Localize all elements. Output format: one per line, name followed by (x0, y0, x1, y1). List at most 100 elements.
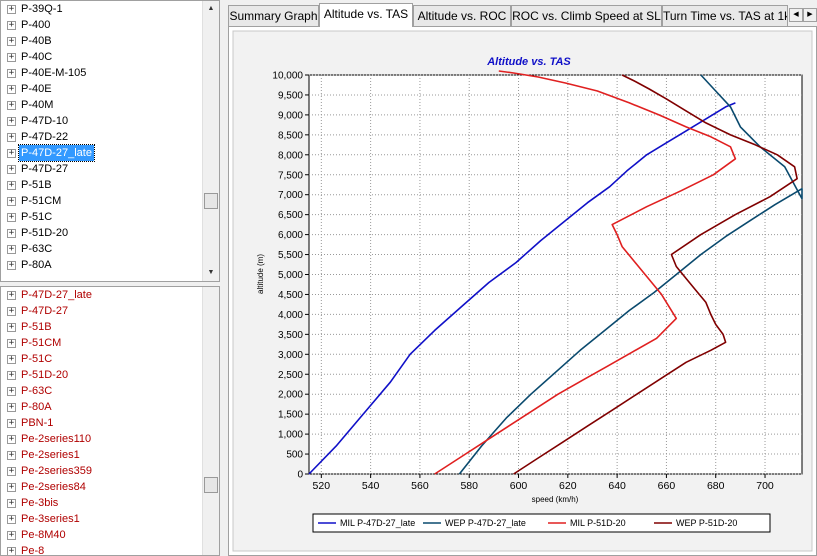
list-item[interactable]: + Pe-3bis (1, 495, 202, 511)
list-item[interactable]: + P-40M (1, 97, 202, 113)
aircraft-label: P-47D-10 (21, 115, 69, 127)
tree-bottom-scrollbar[interactable] (202, 287, 219, 555)
list-item[interactable]: + P-80A (1, 399, 202, 415)
tab-scroll-left-icon[interactable]: ◀ (789, 8, 803, 22)
tab-scroll-right-icon[interactable]: ▶ (803, 8, 817, 22)
expand-plus-icon[interactable]: + (7, 20, 16, 30)
list-item[interactable]: + P-47D-22 (1, 129, 202, 145)
aircraft-list-top[interactable]: + P-39Q-1 + P-400 + P-40B + P-40C + P-40E-M-105 + P… (1, 1, 202, 281)
aircraft-label: P-47D-27_late (21, 289, 92, 301)
expand-plus-icon[interactable]: + (7, 164, 16, 174)
list-item[interactable]: + Pe-2series110 (1, 431, 202, 447)
tab-altitude-vs-tas[interactable]: Altitude vs. TAS (319, 3, 413, 27)
tab-summary-graph[interactable]: Summary Graph (228, 5, 319, 26)
list-item[interactable]: + P-47D-27 (1, 303, 202, 319)
aircraft-tree-top[interactable]: + P-39Q-1 + P-400 + P-40B + P-40C + P-40E-M-105 + P… (0, 0, 220, 282)
expand-plus-icon[interactable]: + (7, 530, 16, 540)
expand-plus-icon[interactable]: + (7, 290, 16, 300)
expand-plus-icon[interactable]: + (7, 84, 16, 94)
list-item[interactable]: + PBN-1 (1, 415, 202, 431)
list-item[interactable]: + Pe-2series1 (1, 447, 202, 463)
expand-plus-icon[interactable]: + (7, 498, 16, 508)
list-item[interactable]: + P-39Q-1 (1, 1, 202, 17)
list-item[interactable]: + Pe-8M40 (1, 527, 202, 543)
list-item[interactable]: + P-51CM (1, 193, 202, 209)
y-tick-label: 6,000 (278, 230, 303, 241)
aircraft-label: P-80A (21, 259, 52, 271)
tab-altitude-vs-roc[interactable]: Altitude vs. ROC (413, 5, 511, 26)
list-item[interactable]: + P-63C (1, 241, 202, 257)
expand-plus-icon[interactable]: + (7, 228, 16, 238)
expand-plus-icon[interactable]: + (7, 116, 16, 126)
expand-plus-icon[interactable]: + (7, 370, 16, 380)
list-item[interactable]: + P-40C (1, 49, 202, 65)
list-item[interactable]: + P-51C (1, 209, 202, 225)
tab-turn-time-vs-tas[interactable]: Turn Time vs. TAS at 1km (662, 5, 788, 26)
list-item[interactable]: + Pe-2series84 (1, 479, 202, 495)
y-tick-label: 7,000 (278, 190, 303, 201)
aircraft-label: Pe-3series1 (21, 513, 80, 525)
expand-plus-icon[interactable]: + (7, 434, 16, 444)
x-tick-label: 560 (411, 480, 429, 492)
aircraft-label: P-40E-M-105 (21, 67, 87, 79)
scroll-up-arrow-icon[interactable]: ▲ (203, 1, 219, 17)
list-item[interactable]: + Pe-2series359 (1, 463, 202, 479)
expand-plus-icon[interactable]: + (7, 386, 16, 396)
expand-plus-icon[interactable]: + (7, 68, 16, 78)
y-tick-label: 1,000 (278, 430, 303, 441)
expand-plus-icon[interactable]: + (7, 260, 16, 270)
y-tick-label: 4,000 (278, 310, 303, 321)
expand-plus-icon[interactable]: + (7, 322, 16, 332)
expand-plus-icon[interactable]: + (7, 180, 16, 190)
expand-plus-icon[interactable]: + (7, 244, 16, 254)
list-item[interactable]: + P-51C (1, 351, 202, 367)
legend-entry: WEP P-51D-20 (676, 518, 737, 528)
list-item[interactable]: + P-51CM (1, 335, 202, 351)
expand-plus-icon[interactable]: + (7, 36, 16, 46)
list-item[interactable]: + Pe-8 (1, 543, 202, 555)
list-item[interactable]: + P-40E (1, 81, 202, 97)
list-item[interactable]: + P-47D-27_late (1, 287, 202, 303)
list-item[interactable]: + P-47D-27 (1, 161, 202, 177)
expand-plus-icon[interactable]: + (7, 354, 16, 364)
list-item[interactable]: + P-400 (1, 17, 202, 33)
expand-plus-icon[interactable]: + (7, 402, 16, 412)
expand-plus-icon[interactable]: + (7, 466, 16, 476)
expand-plus-icon[interactable]: + (7, 132, 16, 142)
list-item[interactable]: + P-51B (1, 319, 202, 335)
expand-plus-icon[interactable]: + (7, 306, 16, 316)
list-item[interactable]: + P-80A (1, 257, 202, 273)
scrollbar-thumb[interactable] (204, 193, 218, 209)
expand-plus-icon[interactable]: + (7, 100, 16, 110)
list-item[interactable]: + P-51D-20 (1, 367, 202, 383)
expand-plus-icon[interactable]: + (7, 148, 16, 158)
expand-plus-icon[interactable]: + (7, 546, 16, 555)
list-item[interactable]: + P-51D-20 (1, 225, 202, 241)
list-item[interactable]: + P-51B (1, 177, 202, 193)
list-item[interactable]: + P-40B (1, 33, 202, 49)
y-tick-label: 5,000 (278, 270, 303, 281)
expand-plus-icon[interactable]: + (7, 4, 16, 14)
expand-plus-icon[interactable]: + (7, 450, 16, 460)
list-item[interactable]: + P-40E-M-105 (1, 65, 202, 81)
tab-roc-vs-climb-speed[interactable]: ROC vs. Climb Speed at SL (511, 5, 662, 26)
expand-plus-icon[interactable]: + (7, 212, 16, 222)
aircraft-label: P-40B (21, 35, 52, 47)
scrollbar-thumb[interactable] (204, 477, 218, 493)
expand-plus-icon[interactable]: + (7, 482, 16, 492)
aircraft-label: P-47D-27 (21, 305, 69, 317)
expand-plus-icon[interactable]: + (7, 52, 16, 62)
list-item[interactable]: + Pe-3series1 (1, 511, 202, 527)
tree-top-scrollbar[interactable]: ▲ ▼ (202, 1, 219, 281)
scroll-down-arrow-icon[interactable]: ▼ (203, 265, 219, 281)
list-item[interactable]: + P-47D-27_late (1, 144, 202, 162)
expand-plus-icon[interactable]: + (7, 514, 16, 524)
list-item[interactable]: + P-47D-10 (1, 113, 202, 129)
expand-plus-icon[interactable]: + (7, 418, 16, 428)
y-tick-label: 0 (297, 470, 303, 481)
expand-plus-icon[interactable]: + (7, 196, 16, 206)
aircraft-tree-bottom[interactable]: + P-47D-27_late + P-47D-27 + P-51B + P-51CM + P-5… (0, 286, 220, 556)
list-item[interactable]: + P-63C (1, 383, 202, 399)
expand-plus-icon[interactable]: + (7, 338, 16, 348)
aircraft-list-bottom[interactable]: + P-47D-27_late + P-47D-27 + P-51B + P-51CM + P-5… (1, 287, 202, 555)
